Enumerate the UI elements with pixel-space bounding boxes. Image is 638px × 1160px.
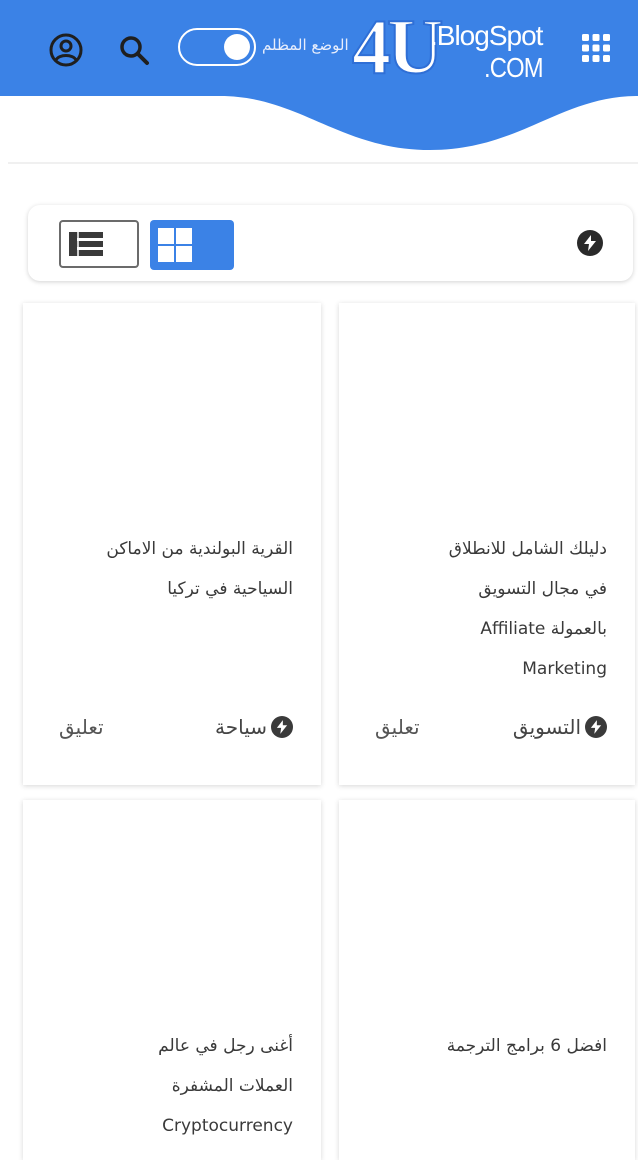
dark-mode-toggle[interactable] bbox=[178, 28, 256, 66]
post-title[interactable]: دليلك الشامل للانطلاق في مجال التسويق با… bbox=[449, 529, 607, 689]
site-logo[interactable]: 4U .BlogSpot .COM bbox=[351, 3, 552, 91]
apps-grid-icon[interactable] bbox=[574, 26, 618, 70]
post-title-line: أغنى رجل في عالم bbox=[158, 1036, 293, 1056]
post-title-line: افضل 6 برامج الترجمة bbox=[446, 1036, 607, 1056]
post-title-line: القرية البولندية من الاماكن bbox=[106, 539, 293, 559]
dark-mode-label: الوضع المظلم bbox=[262, 36, 349, 54]
post-title-line: Cryptocurrency bbox=[162, 1116, 293, 1136]
grid-view-icon bbox=[158, 228, 192, 262]
post-title-line: السياحية في تركيا bbox=[167, 579, 293, 599]
post-title-line: Marketing bbox=[522, 659, 607, 679]
logo-main-text: 4U bbox=[351, 3, 444, 91]
bolt-icon[interactable] bbox=[577, 230, 603, 256]
post-card[interactable]: القرية البولندية من الاماكن السياحية في … bbox=[23, 303, 321, 785]
post-title[interactable]: افضل 6 برامج الترجمة bbox=[447, 1026, 607, 1066]
post-card[interactable]: أغنى رجل في عالم العملات المشفرة Cryptoc… bbox=[23, 800, 321, 1160]
post-card[interactable]: دليلك الشامل للانطلاق في مجال التسويق با… bbox=[339, 303, 635, 785]
post-footer: التسويق تعليق bbox=[339, 715, 635, 759]
list-view-icon bbox=[69, 232, 103, 256]
post-category-label: التسويق bbox=[512, 715, 581, 739]
post-title[interactable]: أغنى رجل في عالم العملات المشفرة Cryptoc… bbox=[158, 1026, 293, 1146]
post-title-line: في مجال التسويق bbox=[478, 579, 607, 599]
header-divider bbox=[8, 162, 638, 164]
post-footer: سياحة تعليق bbox=[23, 715, 321, 759]
post-category-label: سياحة bbox=[215, 715, 267, 739]
toggle-knob bbox=[224, 34, 250, 60]
post-title-line: دليلك الشامل للانطلاق bbox=[448, 539, 607, 559]
post-comment-link[interactable]: تعليق bbox=[375, 715, 420, 739]
list-view-button[interactable] bbox=[59, 220, 139, 268]
bolt-icon bbox=[271, 716, 293, 738]
post-title-line: العملات المشفرة bbox=[171, 1076, 293, 1096]
bolt-icon bbox=[585, 716, 607, 738]
logo-blogspot-text: .BlogSpot bbox=[430, 20, 543, 51]
post-card[interactable]: افضل 6 برامج الترجمة bbox=[339, 800, 635, 1160]
view-switcher-bar bbox=[28, 205, 633, 281]
logo-com-text: .COM bbox=[484, 52, 544, 83]
account-icon[interactable] bbox=[46, 30, 86, 70]
post-title[interactable]: القرية البولندية من الاماكن السياحية في … bbox=[106, 529, 293, 609]
post-comment-link[interactable]: تعليق bbox=[59, 715, 104, 739]
post-category[interactable]: التسويق bbox=[513, 715, 607, 739]
grid-view-button[interactable] bbox=[150, 220, 234, 270]
post-title-line: بالعمولة Affiliate bbox=[480, 619, 607, 639]
search-icon[interactable] bbox=[114, 30, 154, 70]
post-category[interactable]: سياحة bbox=[215, 715, 293, 739]
